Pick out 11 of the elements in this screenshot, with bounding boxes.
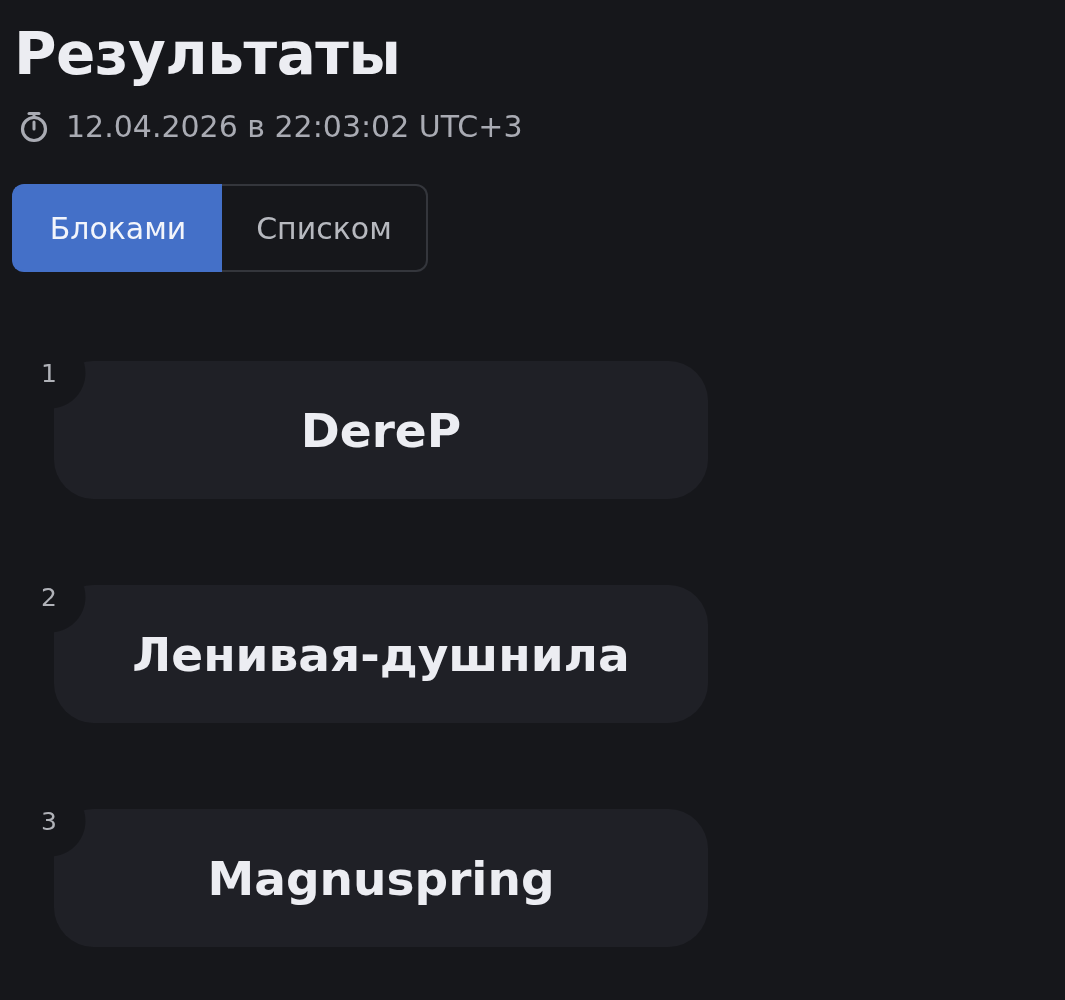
page-title: Результаты <box>14 19 402 90</box>
view-tab[interactable]: Списком <box>222 184 428 272</box>
player-name: DereP <box>300 402 462 458</box>
rank-number: 2 <box>41 582 57 614</box>
player-name: Magnuspring <box>207 850 555 906</box>
timestamp: 12.04.2026 в 22:03:02 UTC+3 <box>66 109 523 145</box>
stopwatch-icon <box>20 111 48 143</box>
rank-number: 1 <box>41 358 57 390</box>
view-tab[interactable]: Блоками <box>12 184 222 272</box>
player-name: Ленивая-душнила <box>132 626 630 682</box>
rank-number: 3 <box>41 806 57 838</box>
